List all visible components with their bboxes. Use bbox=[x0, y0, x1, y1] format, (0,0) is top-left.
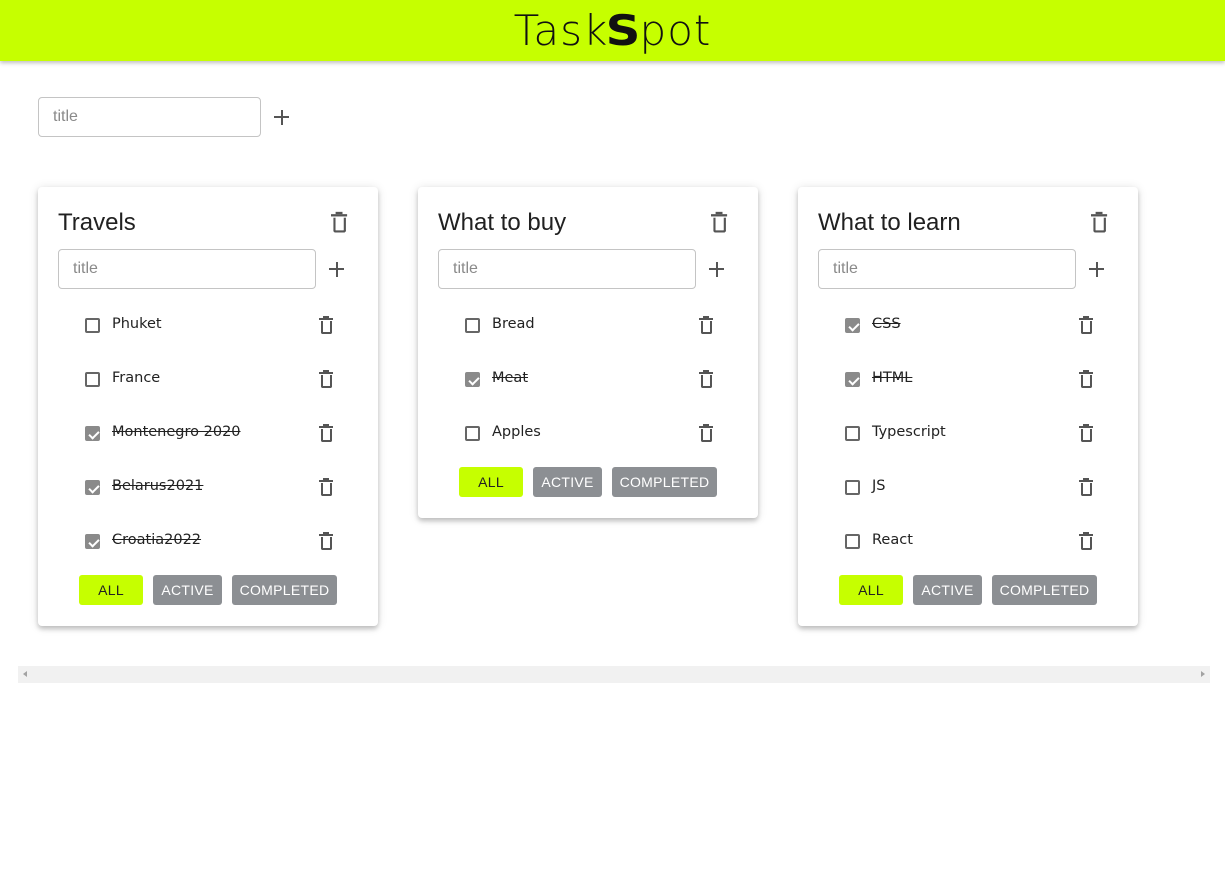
add-list-plus-icon[interactable] bbox=[268, 104, 294, 130]
task-item: HTML bbox=[843, 352, 1113, 406]
task-label: HTML bbox=[872, 370, 913, 386]
task-checkbox[interactable] bbox=[845, 318, 860, 333]
task-item: React bbox=[843, 514, 1113, 568]
logo-text-left: Task bbox=[513, 6, 609, 55]
filter-all-button[interactable]: ALL bbox=[459, 467, 523, 497]
delete-list-trash-icon[interactable] bbox=[331, 211, 348, 234]
task-checkbox[interactable] bbox=[85, 426, 100, 441]
filter-completed-button[interactable]: COMPLETED bbox=[232, 575, 337, 605]
task-checkbox[interactable] bbox=[85, 534, 100, 549]
card-title: Travels bbox=[58, 209, 136, 236]
task-item: Typescript bbox=[843, 406, 1113, 460]
scroll-right-arrow-icon[interactable] bbox=[1201, 671, 1205, 677]
new-list-title-input[interactable] bbox=[38, 97, 261, 137]
new-task-title-input[interactable] bbox=[438, 249, 696, 289]
task-checkbox[interactable] bbox=[85, 318, 100, 333]
task-label: Bread bbox=[492, 316, 535, 332]
delete-task-trash-icon[interactable] bbox=[1079, 478, 1093, 497]
delete-task-trash-icon[interactable] bbox=[319, 532, 333, 551]
task-checkbox[interactable] bbox=[845, 534, 860, 549]
delete-task-trash-icon[interactable] bbox=[319, 370, 333, 389]
task-item: France bbox=[83, 352, 353, 406]
task-label: Typescript bbox=[872, 424, 946, 440]
delete-list-trash-icon[interactable] bbox=[1091, 211, 1108, 234]
task-checkbox[interactable] bbox=[845, 426, 860, 441]
delete-task-trash-icon[interactable] bbox=[319, 316, 333, 335]
new-task-title-input[interactable] bbox=[818, 249, 1076, 289]
new-task-title-input[interactable] bbox=[58, 249, 316, 289]
filter-active-button[interactable]: ACTIVE bbox=[533, 467, 602, 497]
filter-all-button[interactable]: ALL bbox=[839, 575, 903, 605]
task-item: Phuket bbox=[83, 298, 353, 352]
logo-text-s: S bbox=[605, 6, 642, 55]
task-item: CSS bbox=[843, 298, 1113, 352]
delete-task-trash-icon[interactable] bbox=[319, 424, 333, 443]
filter-all-button[interactable]: ALL bbox=[79, 575, 143, 605]
todolist-card-what-to-buy: What to buy Bread Meat Apples ALL ACTIVE… bbox=[418, 187, 758, 518]
task-item: JS bbox=[843, 460, 1113, 514]
task-item: Meat bbox=[463, 352, 733, 406]
task-label: France bbox=[112, 370, 161, 386]
app-bar: TaskSpot bbox=[0, 0, 1225, 61]
task-label: Montenegro 2020 bbox=[112, 424, 241, 440]
delete-task-trash-icon[interactable] bbox=[699, 316, 713, 335]
card-title: What to learn bbox=[818, 209, 961, 236]
task-item: Apples bbox=[463, 406, 733, 460]
task-label: JS bbox=[872, 478, 886, 494]
delete-task-trash-icon[interactable] bbox=[699, 370, 713, 389]
task-label: Croatia2022 bbox=[112, 532, 202, 548]
delete-task-trash-icon[interactable] bbox=[699, 424, 713, 443]
card-title: What to buy bbox=[438, 209, 567, 236]
task-checkbox[interactable] bbox=[845, 480, 860, 495]
task-label: Belarus2021 bbox=[112, 478, 204, 494]
task-item: Croatia2022 bbox=[83, 514, 353, 568]
delete-task-trash-icon[interactable] bbox=[1079, 316, 1093, 335]
filter-completed-button[interactable]: COMPLETED bbox=[612, 467, 717, 497]
task-label: Phuket bbox=[112, 316, 162, 332]
task-label: Meat bbox=[492, 370, 529, 386]
task-checkbox[interactable] bbox=[85, 480, 100, 495]
delete-task-trash-icon[interactable] bbox=[319, 478, 333, 497]
task-label: React bbox=[872, 532, 913, 548]
delete-task-trash-icon[interactable] bbox=[1079, 532, 1093, 551]
task-checkbox[interactable] bbox=[465, 372, 480, 387]
add-task-plus-icon[interactable] bbox=[703, 256, 729, 282]
logo-text-right: pot bbox=[639, 6, 712, 55]
delete-task-trash-icon[interactable] bbox=[1079, 424, 1093, 443]
task-label: Apples bbox=[492, 424, 541, 440]
task-item: Belarus2021 bbox=[83, 460, 353, 514]
add-task-plus-icon[interactable] bbox=[323, 256, 349, 282]
filter-active-button[interactable]: ACTIVE bbox=[153, 575, 222, 605]
horizontal-scrollbar[interactable] bbox=[18, 666, 1210, 683]
filter-completed-button[interactable]: COMPLETED bbox=[992, 575, 1097, 605]
task-checkbox[interactable] bbox=[465, 318, 480, 333]
add-task-plus-icon[interactable] bbox=[1083, 256, 1109, 282]
todolist-card-what-to-learn: What to learn CSS HTML Typescript JS Rea… bbox=[798, 187, 1138, 626]
task-checkbox[interactable] bbox=[85, 372, 100, 387]
task-checkbox[interactable] bbox=[465, 426, 480, 441]
task-item: Bread bbox=[463, 298, 733, 352]
filter-active-button[interactable]: ACTIVE bbox=[913, 575, 982, 605]
todolist-card-travels: Travels Phuket France Montenegro 2020 Be… bbox=[38, 187, 378, 626]
delete-list-trash-icon[interactable] bbox=[711, 211, 728, 234]
delete-task-trash-icon[interactable] bbox=[1079, 370, 1093, 389]
scroll-left-arrow-icon[interactable] bbox=[23, 671, 27, 677]
app-logo: TaskSpot bbox=[514, 6, 712, 55]
task-checkbox[interactable] bbox=[845, 372, 860, 387]
task-label: CSS bbox=[872, 316, 901, 332]
task-item: Montenegro 2020 bbox=[83, 406, 353, 460]
